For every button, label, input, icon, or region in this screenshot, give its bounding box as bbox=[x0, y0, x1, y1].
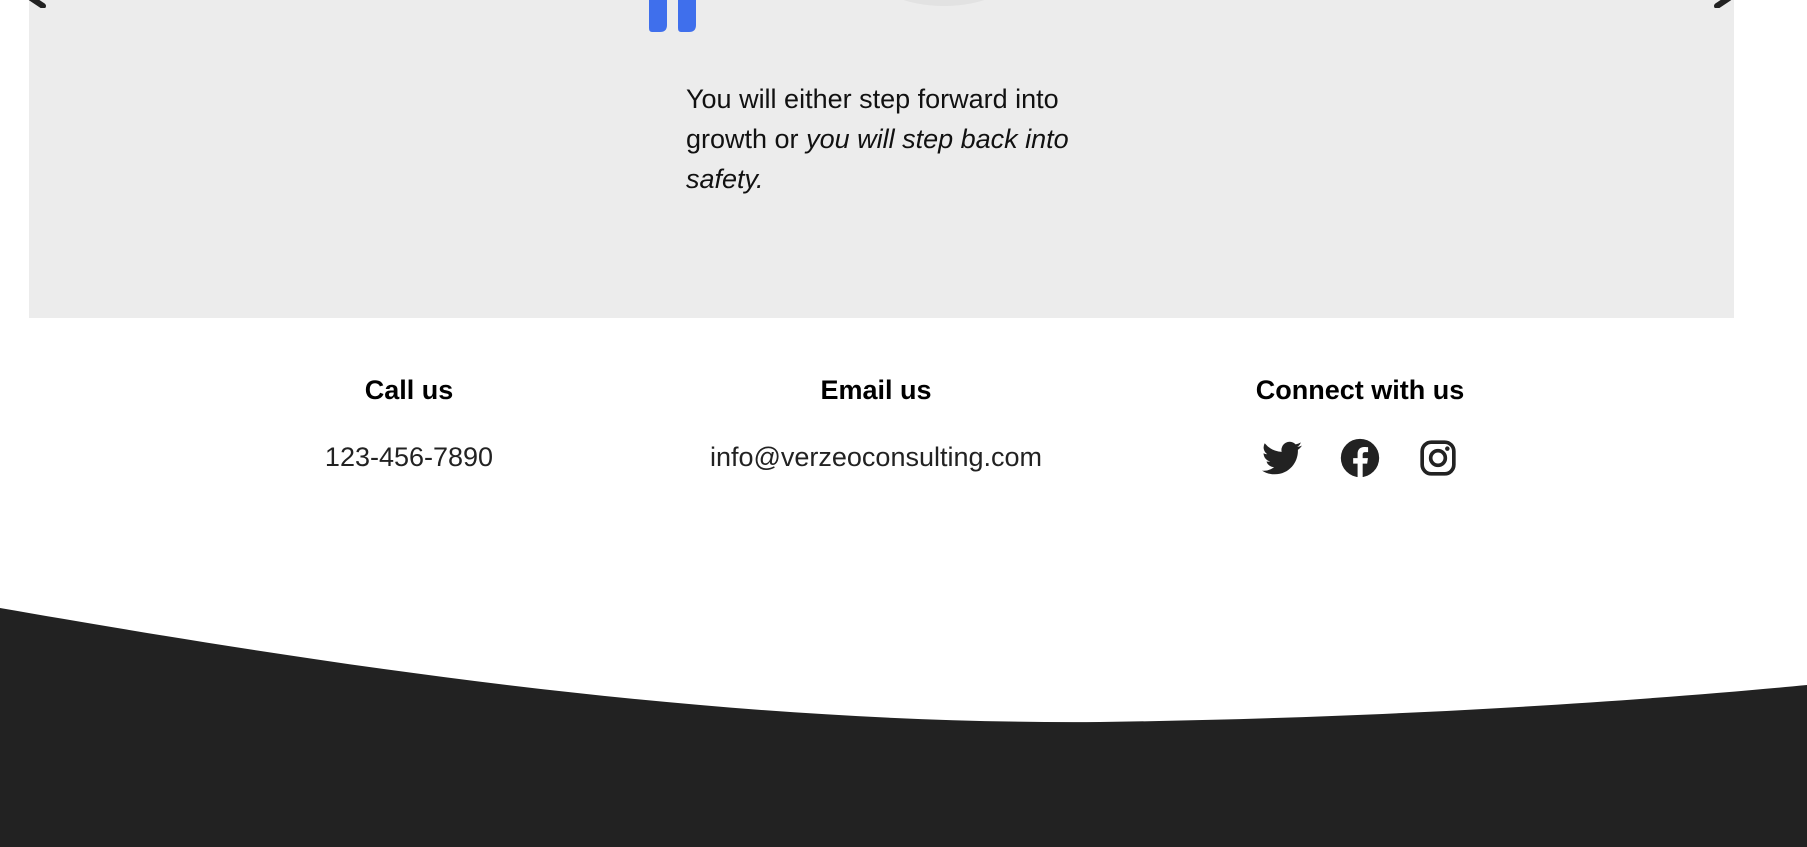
footer-wave bbox=[0, 608, 1807, 847]
contact-connect: Connect with us bbox=[1200, 370, 1520, 478]
instagram-icon[interactable] bbox=[1418, 438, 1458, 478]
phone-number[interactable]: 123-456-7890 bbox=[249, 437, 569, 477]
quote-mark-icon bbox=[645, 0, 701, 37]
twitter-icon[interactable] bbox=[1262, 438, 1302, 478]
social-links bbox=[1200, 438, 1520, 478]
avatar-placeholder bbox=[874, 0, 1014, 6]
contact-email: Email us info@verzeoconsulting.com bbox=[636, 370, 1116, 477]
carousel-next-button[interactable] bbox=[1713, 0, 1733, 8]
facebook-icon[interactable] bbox=[1340, 438, 1380, 478]
chevron-left-icon bbox=[28, 0, 46, 8]
call-us-heading: Call us bbox=[364, 375, 454, 405]
carousel-prev-button[interactable] bbox=[27, 0, 47, 8]
chevron-right-icon bbox=[1714, 0, 1732, 8]
email-address[interactable]: info@verzeoconsulting.com bbox=[636, 437, 1116, 477]
contact-call: Call us 123-456-7890 bbox=[249, 370, 569, 477]
email-us-heading: Email us bbox=[820, 375, 932, 405]
testimonial-section: You will either step forward into growth… bbox=[29, 0, 1734, 318]
connect-heading: Connect with us bbox=[1255, 375, 1465, 405]
testimonial-quote: You will either step forward into growth… bbox=[686, 79, 1136, 199]
